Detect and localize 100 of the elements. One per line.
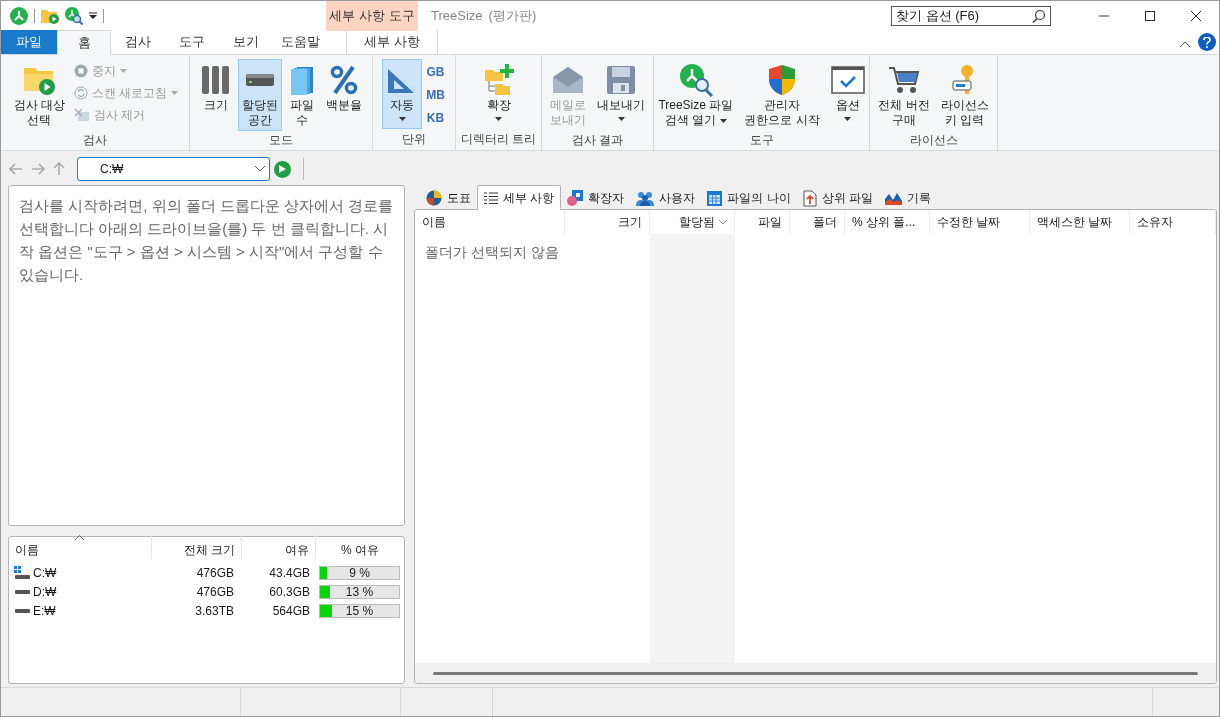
drive-icon xyxy=(15,589,30,594)
play-icon xyxy=(279,165,286,173)
column-header[interactable]: 파일 xyxy=(735,210,790,234)
search-field[interactable]: 찾기 옵션 (F6) xyxy=(891,6,1051,26)
ribbon-tab[interactable]: 홈 xyxy=(57,30,111,55)
ribbon-button[interactable]: 백분율 xyxy=(321,59,366,129)
users-icon xyxy=(636,190,655,206)
group-label: 라이선스 xyxy=(908,132,959,149)
ribbon-button[interactable]: 크기 xyxy=(196,59,235,129)
path-combobox[interactable]: C:₩ xyxy=(77,157,270,181)
drive-name[interactable]: D:₩ xyxy=(33,582,57,601)
column-header[interactable]: 액세스한 날짜 xyxy=(1030,210,1130,234)
caret-icon xyxy=(719,118,727,123)
ribbon-button[interactable]: 내보내기 xyxy=(593,59,649,129)
forward-button[interactable] xyxy=(31,163,45,175)
chevron-down-icon xyxy=(255,166,265,172)
column-header[interactable]: 여유 xyxy=(242,535,316,559)
file-up-arrow-icon xyxy=(802,189,817,207)
back-arrow-icon xyxy=(9,163,23,175)
ribbon-tab[interactable]: 도구 xyxy=(165,30,219,54)
group-label: 검사 결과 xyxy=(570,132,625,149)
help-button[interactable] xyxy=(1198,33,1216,51)
group-label: 검사 xyxy=(82,132,108,149)
caret-icon xyxy=(171,91,179,95)
column-header[interactable]: % 여유 xyxy=(316,535,404,559)
unit-button[interactable]: GB xyxy=(425,62,446,81)
start-scan-button[interactable] xyxy=(274,160,291,178)
folder-play-icon xyxy=(41,8,59,24)
pie-chart-icon xyxy=(426,190,442,206)
extension-icon xyxy=(567,190,584,206)
column-header[interactable]: 이름 xyxy=(415,210,565,234)
caret-icon xyxy=(398,117,406,121)
customize-caret-icon xyxy=(89,12,97,20)
group-label: 모드 xyxy=(268,132,294,149)
empty-message: 폴더가 선택되지 않음 xyxy=(425,243,559,262)
view-tab[interactable]: 도표 xyxy=(420,187,477,209)
tree-search-icon xyxy=(65,7,83,25)
view-tab[interactable]: 확장자 xyxy=(561,187,631,209)
group-label: 도구 xyxy=(748,132,775,149)
column-header[interactable]: 소유자 xyxy=(1130,210,1216,234)
table-cell-text: 3.63TB xyxy=(194,602,235,620)
ribbon-tab[interactable]: 보기 xyxy=(219,30,273,54)
ribbon-tab[interactable]: 세부 사항 xyxy=(346,30,438,54)
drive-name[interactable]: E:₩ xyxy=(33,601,56,620)
percent-label: 9 % xyxy=(348,566,371,579)
column-header[interactable]: 크기 xyxy=(565,210,650,234)
ribbon-button[interactable]: 관리자 권한으로 시작 xyxy=(740,59,824,131)
table-cell-text: 476GB xyxy=(195,583,235,601)
sort-down-icon xyxy=(719,219,727,225)
checkbox-window-icon xyxy=(830,66,865,94)
column-header[interactable]: 전체 크기 xyxy=(152,535,242,559)
ribbon-button[interactable]: 파일 수 xyxy=(284,59,319,131)
view-tab[interactable]: 사용자 xyxy=(630,187,702,209)
ribbon-button[interactable]: 전체 버전 구매 xyxy=(874,59,934,131)
percent-label: 15 % xyxy=(344,604,375,617)
table-cell-text: 476GB xyxy=(195,564,235,582)
ribbon-tab[interactable]: 도움말 xyxy=(273,30,327,54)
column-header[interactable]: 이름 xyxy=(9,535,152,559)
ribbon-button[interactable]: 확장 xyxy=(478,59,519,129)
ribbon-button[interactable]: 할당된 공간 xyxy=(237,59,282,131)
caret-icon xyxy=(120,69,127,73)
question-icon xyxy=(1203,36,1211,48)
unit-button[interactable]: KB xyxy=(425,108,446,127)
ribbon-tab[interactable]: 검사 xyxy=(111,30,165,54)
caret-icon xyxy=(495,117,502,121)
view-tab[interactable]: 파일의 나이 xyxy=(701,187,797,209)
table-cell-text: 43.4GB xyxy=(268,564,311,582)
list-icon xyxy=(484,192,498,204)
column-header[interactable]: 폴더 xyxy=(790,210,845,234)
unit-button[interactable]: MB xyxy=(425,85,446,104)
column-header[interactable]: 수정한 날짜 xyxy=(930,210,1030,234)
ribbon-tab[interactable]: 파일 xyxy=(1,30,57,54)
ribbon-button[interactable]: 옵션 xyxy=(826,59,869,129)
up-button[interactable] xyxy=(53,162,65,176)
app-logo-icon xyxy=(10,7,28,25)
view-tab[interactable]: 기록 xyxy=(879,187,938,209)
ribbon-button[interactable]: 자동 xyxy=(382,59,423,129)
caret-icon xyxy=(844,117,852,121)
percent-label: 13 % xyxy=(344,585,375,598)
maximize-icon xyxy=(1145,11,1155,21)
search-icon xyxy=(1032,9,1046,23)
envelope-icon xyxy=(551,65,585,95)
files-icon xyxy=(288,65,315,95)
ribbon-button[interactable]: TreeSize 파일 검색 열기 xyxy=(654,59,738,131)
table-cell-text: 564GB xyxy=(271,602,311,620)
column-header[interactable]: % 상위 폴... xyxy=(845,210,930,234)
forward-arrow-icon xyxy=(31,163,45,175)
bars-icon xyxy=(200,65,231,95)
drive-name[interactable]: C:₩ xyxy=(33,563,57,582)
view-tab[interactable]: 세부 사항 xyxy=(477,185,562,210)
ribbon-button[interactable]: 검사 대상 선택 xyxy=(9,59,69,131)
ribbon-button[interactable]: 라이선스 키 입력 xyxy=(936,59,993,131)
folder-play-icon xyxy=(23,65,56,95)
shopping-cart-icon xyxy=(888,65,920,95)
scrollbar[interactable] xyxy=(433,671,1198,675)
sort-up-icon xyxy=(75,535,84,540)
back-button[interactable] xyxy=(9,163,23,175)
folder-tree-plus-icon xyxy=(482,64,515,96)
shield-icon xyxy=(766,64,797,96)
view-tab[interactable]: 상위 파일 xyxy=(796,187,880,209)
